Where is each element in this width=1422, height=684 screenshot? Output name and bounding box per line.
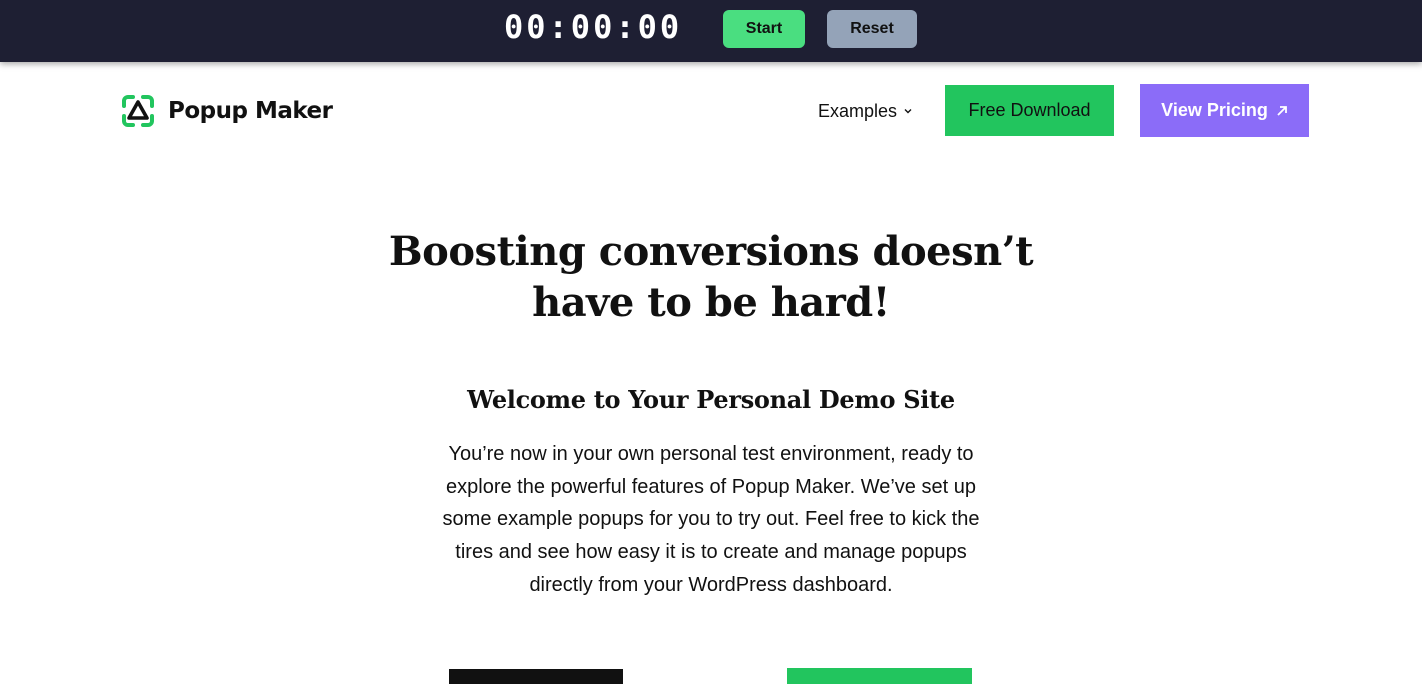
popup-maker-logo-icon xyxy=(122,95,154,127)
intro-line: You’re now in your own personal test env… xyxy=(448,443,974,465)
welcome-subtitle: Welcome to Your Personal Demo Site xyxy=(467,385,955,414)
arrow-up-right-icon xyxy=(1277,105,1287,116)
intro-line: directly from your WordPress dashboard. xyxy=(529,573,893,596)
free-download-label: Free Download xyxy=(968,100,1091,120)
hero-title-line: Boosting conversions doesn’t xyxy=(388,228,1034,275)
reset-button[interactable]: Reset xyxy=(827,10,917,48)
hero-title-line: have to be hard! xyxy=(532,279,890,326)
timer-bar: 00:00:00 Start Reset xyxy=(0,0,1422,62)
chevron-down-icon xyxy=(904,109,912,114)
nav-examples-dropdown[interactable]: Examples xyxy=(818,99,913,123)
intro-line: tires and see how easy it is to create a… xyxy=(455,541,967,564)
nav-examples-label: Examples xyxy=(818,100,898,121)
cta-button-dark[interactable] xyxy=(449,669,623,684)
hero-title: Boosting conversions doesn’t have to be … xyxy=(380,226,1042,328)
view-pricing-button[interactable]: View Pricing xyxy=(1140,84,1309,137)
logo-text: Popup Maker xyxy=(168,98,333,124)
free-download-button[interactable]: Free Download xyxy=(945,85,1114,136)
intro-line: some example popups for you to try out. … xyxy=(442,508,980,531)
site-logo[interactable]: Popup Maker xyxy=(120,93,333,129)
view-pricing-label: View Pricing xyxy=(1161,100,1268,120)
cta-button-green[interactable] xyxy=(787,668,972,684)
timer-display: 00:00:00 xyxy=(504,8,683,46)
intro-line: explore the powerful features of Popup M… xyxy=(446,475,976,498)
start-button[interactable]: Start xyxy=(723,10,805,48)
intro-paragraph: You’re now in your own personal test env… xyxy=(395,438,1027,602)
